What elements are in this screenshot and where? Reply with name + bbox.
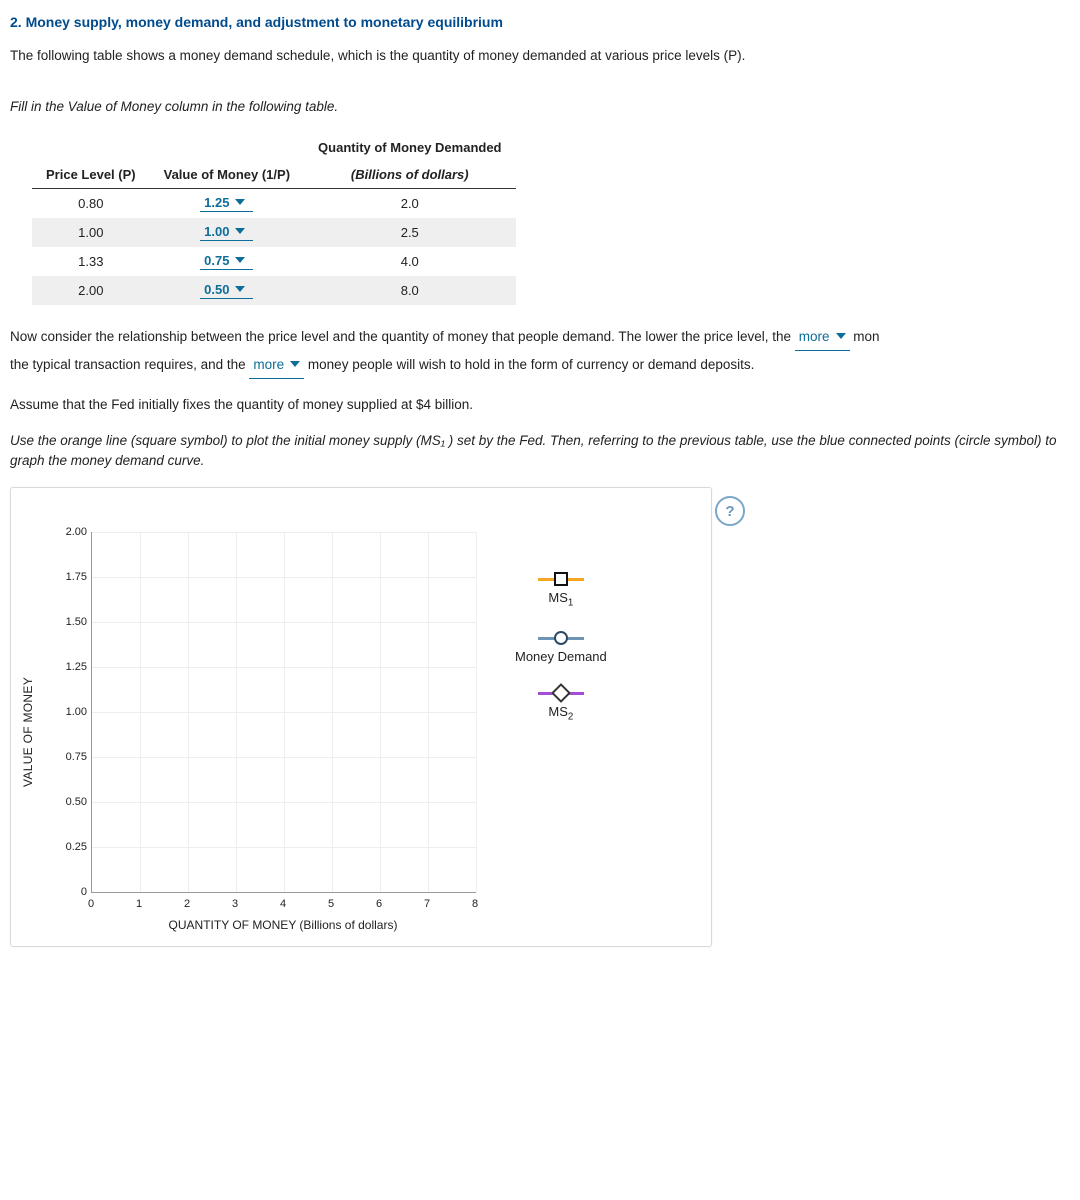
graph-panel: ? VALUE OF MONEY 00.250.500.751.001.251.… [10, 487, 712, 947]
p2c: the typical transaction requires, and th… [10, 357, 249, 372]
x-tick: 4 [280, 898, 286, 910]
y-tick: 1.25 [45, 661, 87, 673]
dropdown-more-2[interactable]: more [249, 351, 304, 379]
x-tick: 5 [328, 898, 334, 910]
price-level-cell: 2.00 [32, 276, 150, 305]
legend-ms2[interactable]: MS2 [515, 686, 607, 723]
p2d: money people will wish to hold in the fo… [308, 357, 754, 372]
table-row: 0.80 1.25 2.0 [32, 188, 516, 218]
legend-ms1[interactable]: MS1 [515, 572, 607, 609]
legend-money-demand[interactable]: Money Demand [515, 631, 607, 664]
y-tick: 0 [45, 886, 87, 898]
col3-header-sub: (Billions of dollars) [304, 161, 515, 189]
x-tick: 8 [472, 898, 478, 910]
price-level-cell: 1.33 [32, 247, 150, 276]
x-axis-label: QUANTITY OF MONEY (Billions of dollars) [91, 918, 475, 932]
p2a: Now consider the relationship between th… [10, 329, 795, 344]
x-tick: 0 [88, 898, 94, 910]
question-heading: 2. Money supply, money demand, and adjus… [10, 14, 1080, 30]
quantity-cell: 2.5 [304, 218, 515, 247]
chevron-down-icon [235, 224, 245, 239]
chevron-down-icon [235, 282, 245, 297]
p2b: mon [853, 329, 879, 344]
chart-axes[interactable]: 00.250.500.751.001.251.501.752.00 012345… [45, 532, 485, 932]
quantity-cell: 8.0 [304, 276, 515, 305]
money-demand-table: Quantity of Money Demanded Price Level (… [32, 134, 516, 305]
table-row: 2.00 0.50 8.0 [32, 276, 516, 305]
chevron-down-icon [836, 323, 846, 350]
y-tick: 1.50 [45, 616, 87, 628]
col2-header: Value of Money (1/P) [150, 161, 304, 189]
quantity-cell: 4.0 [304, 247, 515, 276]
y-tick: 1.00 [45, 706, 87, 718]
y-axis-label: VALUE OF MONEY [21, 677, 35, 787]
chevron-down-icon [235, 195, 245, 210]
x-tick: 1 [136, 898, 142, 910]
y-tick: 0.50 [45, 796, 87, 808]
legend-md-label: Money Demand [515, 649, 607, 664]
intro-text: The following table shows a money demand… [10, 46, 1080, 66]
value-of-money-dropdown[interactable]: 1.25 [200, 195, 253, 212]
y-tick: 1.75 [45, 571, 87, 583]
chevron-down-icon [235, 253, 245, 268]
intro-span: The following table shows a money demand… [10, 48, 745, 63]
relationship-paragraph: Now consider the relationship between th… [10, 323, 1080, 379]
price-level-cell: 0.80 [32, 188, 150, 218]
value-of-money-dropdown[interactable]: 0.75 [200, 253, 253, 270]
price-level-cell: 1.00 [32, 218, 150, 247]
table-row: 1.00 1.00 2.5 [32, 218, 516, 247]
y-tick: 0.75 [45, 751, 87, 763]
col3-header-top: Quantity of Money Demanded [304, 134, 515, 161]
y-tick: 2.00 [45, 526, 87, 538]
value-of-money-dropdown[interactable]: 1.00 [200, 224, 253, 241]
chart-legend: MS1 Money Demand MS2 [515, 532, 607, 744]
x-tick: 7 [424, 898, 430, 910]
help-button[interactable]: ? [715, 496, 745, 526]
chevron-down-icon [290, 351, 300, 378]
x-tick: 3 [232, 898, 238, 910]
fed-assumption: Assume that the Fed initially fixes the … [10, 395, 1080, 415]
y-tick: 0.25 [45, 841, 87, 853]
quantity-cell: 2.0 [304, 188, 515, 218]
graph-instruction: Use the orange line (square symbol) to p… [10, 431, 1080, 472]
table-row: 1.33 0.75 4.0 [32, 247, 516, 276]
dropdown-more-1[interactable]: more [795, 323, 850, 351]
x-tick: 2 [184, 898, 190, 910]
table-instruction: Fill in the Value of Money column in the… [10, 97, 1080, 117]
x-tick: 6 [376, 898, 382, 910]
col1-header: Price Level (P) [32, 161, 150, 189]
value-of-money-dropdown[interactable]: 0.50 [200, 282, 253, 299]
